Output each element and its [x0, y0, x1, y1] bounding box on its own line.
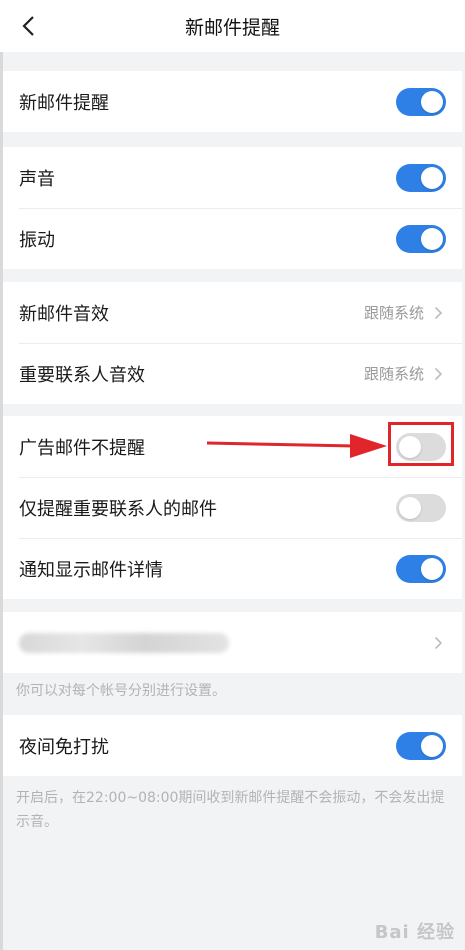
group-night: 夜间免打扰	[3, 715, 462, 776]
account-note: 你可以对每个帐号分别进行设置。	[16, 683, 226, 699]
page-title: 新邮件提醒	[184, 16, 280, 39]
annotation-arrow	[206, 434, 387, 458]
back-button[interactable]	[14, 12, 42, 40]
vibrate-toggle[interactable]	[396, 224, 446, 253]
new-mail-toggle[interactable]	[396, 87, 446, 116]
account-email-blurred	[19, 632, 229, 653]
sound-toggle[interactable]	[396, 163, 446, 192]
top-bar: 新邮件提醒	[0, 0, 465, 52]
row-value: 跟随系统	[363, 365, 424, 383]
row-label: 夜间免打扰	[19, 736, 109, 758]
row-label: 声音	[19, 168, 55, 190]
group-sound-effects: 新邮件音效 跟随系统 重要联系人音效 跟随系统	[3, 282, 462, 404]
chevron-right-icon	[434, 635, 446, 651]
row-label: 振动	[19, 229, 55, 251]
annotation-highlight-box	[388, 422, 454, 466]
watermark: Bai 经验	[374, 922, 455, 943]
row-value: 跟随系统	[363, 304, 424, 322]
group-account	[3, 612, 462, 673]
row-vip-only: 仅提醒重要联系人的邮件	[3, 477, 462, 538]
row-sound: 声音	[3, 147, 462, 208]
chevron-right-icon	[434, 366, 446, 382]
row-label: 仅提醒重要联系人的邮件	[19, 498, 217, 520]
vip-only-toggle[interactable]	[396, 493, 446, 522]
row-new-mail: 新邮件提醒	[3, 71, 462, 132]
row-account[interactable]	[3, 612, 462, 673]
show-details-toggle[interactable]	[396, 554, 446, 583]
row-label: 新邮件提醒	[19, 92, 109, 114]
row-label: 重要联系人音效	[19, 364, 145, 386]
row-label: 新邮件音效	[19, 303, 109, 325]
row-night-mode: 夜间免打扰	[3, 715, 462, 776]
night-note: 开启后，在22:00~08:00期间收到新邮件提醒不会振动，不会发出提示音。	[16, 790, 445, 830]
chevron-left-icon	[22, 16, 34, 36]
group-new-mail: 新邮件提醒	[3, 71, 462, 132]
row-vibrate: 振动	[3, 208, 462, 269]
row-label: 通知显示邮件详情	[19, 559, 163, 581]
row-mail-sound[interactable]: 新邮件音效 跟随系统	[3, 282, 462, 343]
row-vip-sound[interactable]: 重要联系人音效 跟随系统	[3, 343, 462, 404]
row-label: 广告邮件不提醒	[19, 437, 145, 459]
row-show-details: 通知显示邮件详情	[3, 538, 462, 599]
chevron-right-icon	[434, 305, 446, 321]
night-mode-toggle[interactable]	[396, 731, 446, 760]
group-sound-vibrate: 声音 振动	[3, 147, 462, 269]
